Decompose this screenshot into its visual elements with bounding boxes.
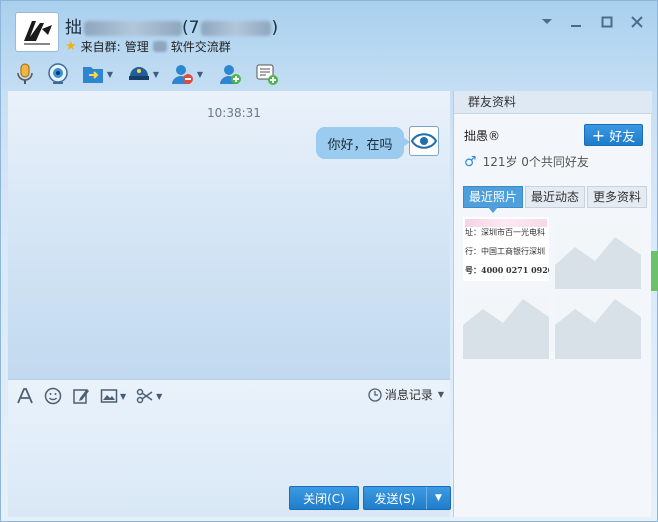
scissors-icon[interactable]: ▼ (136, 387, 162, 405)
chat-title: 拙 (7) (65, 13, 278, 38)
image-placeholder-icon (463, 295, 549, 359)
remove-member-icon[interactable]: ▼ (167, 60, 207, 88)
chevron-down-icon[interactable]: ▼ (153, 70, 159, 79)
group-avatar[interactable] (15, 12, 59, 52)
group-app-icon[interactable]: ▼ (119, 60, 167, 88)
member-name[interactable]: 拙愚® (464, 127, 500, 144)
photo-thumbnail[interactable] (555, 225, 641, 289)
message-timestamp: 10:38:31 (207, 106, 261, 120)
message-bubble[interactable]: 你好，在吗 (316, 127, 410, 159)
file-transfer-icon[interactable]: ▼ (77, 60, 117, 88)
edit-icon[interactable] (72, 387, 90, 405)
add-friend-button[interactable]: + 好友 (584, 124, 643, 146)
photo-document: 址：深圳市百一光电科 行：中国工商银行深圳 号：4000 0271 0920 1… (463, 217, 549, 281)
panel-title: 群友资料 (454, 91, 652, 114)
chevron-down-icon[interactable]: ▼ (107, 70, 113, 79)
chat-toolbar: ▼ ▼ ▼ (11, 59, 285, 89)
member-info: ♂ 121岁 0个共同好友 (464, 153, 589, 170)
group-name-end[interactable]: 软件交流群 (171, 38, 231, 55)
close-button[interactable]: 关闭(C) (289, 486, 359, 510)
microphone-icon[interactable] (11, 60, 39, 88)
photo-text-line: 行：中国工商银行深圳 (465, 247, 545, 256)
plus-icon: + (591, 125, 606, 145)
group-logo-icon (24, 21, 52, 45)
member-age-info: 121岁 0个共同好友 (482, 155, 589, 169)
source-label: 来自群: (80, 40, 121, 54)
photo-thumbnail[interactable] (463, 295, 549, 359)
redacted-name (84, 20, 182, 36)
photo-text-line: 址：深圳市百一光电科 (465, 228, 545, 237)
title-text-mid: (7 (182, 18, 200, 38)
add-friend-label: 好友 (609, 129, 636, 145)
send-options-dropdown[interactable]: ▼ (426, 487, 450, 509)
minimize-icon[interactable] (567, 13, 585, 31)
send-label: 发送(S) (374, 491, 416, 506)
message-history-button[interactable]: 消息记录 ▼ (368, 386, 444, 403)
tab-more-info[interactable]: 更多资料 (587, 186, 648, 208)
clock-icon (368, 387, 382, 402)
chevron-down-icon[interactable]: ▼ (438, 390, 444, 399)
photo-thumbnail[interactable] (555, 295, 641, 359)
redacted-id (201, 20, 272, 36)
photo-text-line: 号：4000 0271 0920 10 (465, 265, 549, 275)
dropdown-arrow-icon[interactable] (538, 13, 556, 31)
tab-recent-photos[interactable]: 最近照片 (463, 186, 524, 213)
eye-icon (411, 133, 437, 149)
member-info-panel: 群友资料 拙愚® + 好友 ♂ 121岁 0个共同好友 最近照片 最近动态 更多… (453, 91, 652, 517)
add-note-icon[interactable] (249, 60, 285, 88)
redacted-group-part (152, 41, 167, 52)
star-icon: ★ (65, 39, 77, 54)
message-input-area[interactable]: ▼ ▼ 消息记录 ▼ 关闭(C) 发送(S) ▼ (8, 379, 451, 517)
close-icon[interactable] (628, 13, 646, 31)
male-icon: ♂ (464, 153, 477, 170)
group-name-start[interactable]: 管理 (125, 38, 149, 55)
image-icon[interactable]: ▼ (100, 387, 126, 405)
history-label: 消息记录 (384, 388, 433, 402)
add-member-icon[interactable] (213, 60, 249, 88)
title-text-start: 拙 (65, 18, 82, 38)
emoji-icon[interactable] (44, 387, 62, 405)
profile-tabs: 最近照片 最近动态 更多资料 (463, 186, 648, 213)
image-placeholder-icon (555, 295, 641, 359)
webcam-icon[interactable] (39, 60, 77, 88)
send-button[interactable]: 发送(S) ▼ (363, 486, 451, 510)
chevron-down-icon[interactable]: ▼ (156, 392, 162, 401)
recent-photos: 址：深圳市百一光电科 行：中国工商银行深圳 号：4000 0271 0920 1… (463, 217, 643, 367)
font-icon[interactable] (16, 387, 34, 405)
image-placeholder-icon (555, 225, 641, 289)
chat-window: 拙 (7) ★ 来自群: 管理 软件交流群 ▼ ▼ ▼ 10:38:31 你好，… (0, 0, 658, 522)
message-area[interactable]: 10:38:31 你好，在吗 (8, 91, 450, 379)
group-source: ★ 来自群: 管理 软件交流群 (65, 38, 231, 55)
tab-recent-activity[interactable]: 最近动态 (525, 186, 586, 208)
maximize-icon[interactable] (598, 13, 616, 31)
title-text-end: ) (271, 18, 279, 38)
background-window-edge (651, 251, 658, 291)
chevron-down-icon[interactable]: ▼ (197, 70, 203, 79)
chat-header: 拙 (7) ★ 来自群: 管理 软件交流群 ▼ ▼ ▼ (1, 1, 657, 91)
input-toolbar: ▼ ▼ (16, 385, 162, 407)
sender-avatar[interactable] (409, 126, 439, 156)
chevron-down-icon[interactable]: ▼ (120, 392, 126, 401)
photo-thumbnail[interactable]: 址：深圳市百一光电科 行：中国工商银行深圳 号：4000 0271 0920 1… (463, 217, 549, 281)
